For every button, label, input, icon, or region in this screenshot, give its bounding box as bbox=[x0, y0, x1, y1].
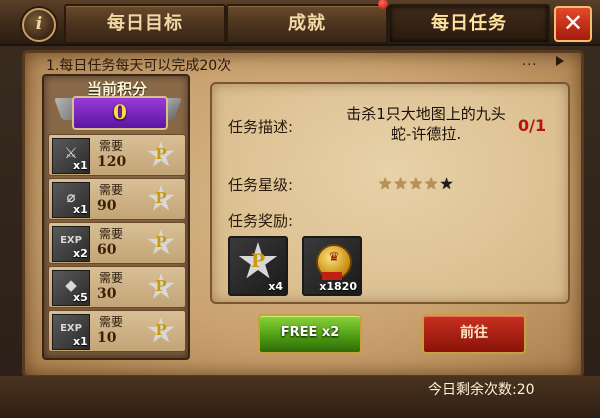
reward-cost: 30 bbox=[97, 286, 117, 302]
reward-row[interactable]: ⚔ x1 需要 120 P bbox=[48, 134, 186, 176]
go-button[interactable]: 前往 bbox=[422, 314, 526, 354]
reward-cost: 120 bbox=[97, 154, 127, 170]
reward-count: x1820 bbox=[319, 280, 357, 293]
reward-cost: 10 bbox=[97, 330, 117, 346]
task-desc-label: 任务描述: bbox=[228, 118, 294, 136]
reward-tile[interactable]: ♛ x1820 bbox=[302, 236, 362, 296]
need-label: 需要 bbox=[99, 183, 124, 197]
p-point-icon: P bbox=[147, 273, 175, 301]
tab-daily-goal[interactable]: 每日目标 bbox=[64, 4, 226, 44]
task-star-label: 任务星级: bbox=[228, 176, 294, 194]
reward-tile[interactable]: P x4 bbox=[228, 236, 288, 296]
need-label: 需要 bbox=[99, 271, 124, 285]
p-point-icon: P bbox=[147, 185, 175, 213]
remaining-count: 今日剩余次数:20 bbox=[428, 382, 535, 398]
star-icon: ★ bbox=[408, 174, 425, 193]
daily-task-window: i 每日目标 成就 每日任务 ✕ 1.每日任务每天可以完成20次 ... 当前积… bbox=[0, 0, 600, 418]
exp-scroll-icon: EXP x2 bbox=[52, 226, 90, 262]
reward-row[interactable]: EXP x1 需要 10 P bbox=[48, 310, 186, 352]
star-icon: ★ bbox=[393, 174, 409, 193]
star-icon: ★ bbox=[378, 174, 394, 193]
ring-icon: ⌀ x1 bbox=[52, 182, 90, 218]
info-button[interactable]: i bbox=[22, 8, 56, 42]
stone-icon: ◆ x5 bbox=[52, 270, 90, 306]
need-label: 需要 bbox=[99, 315, 124, 329]
reward-count: x4 bbox=[268, 280, 283, 293]
warrior-icon: ⚔ x1 bbox=[52, 138, 90, 174]
p-point-icon: P bbox=[147, 317, 175, 345]
more-dots: ... bbox=[522, 54, 538, 69]
reward-row[interactable]: ◆ x5 需要 30 P bbox=[48, 266, 186, 308]
need-label: 需要 bbox=[99, 227, 124, 241]
reward-row[interactable]: ⌀ x1 需要 90 P bbox=[48, 178, 186, 220]
tab-achievement[interactable]: 成就 bbox=[226, 4, 388, 44]
task-reward-label: 任务奖励: bbox=[228, 212, 294, 230]
p-point-icon: P bbox=[147, 229, 175, 257]
need-label: 需要 bbox=[99, 139, 124, 153]
next-arrow-icon[interactable] bbox=[556, 56, 564, 66]
reward-cost: 90 bbox=[97, 198, 117, 214]
close-button[interactable]: ✕ bbox=[554, 6, 592, 42]
star-icon: ★ bbox=[424, 174, 440, 193]
exp-scroll-icon: EXP x1 bbox=[52, 314, 90, 350]
task-star-rating: ★★★★★ bbox=[378, 174, 455, 193]
task-desc-text: 击杀1只大地图上的九头蛇-许德拉. bbox=[346, 105, 506, 143]
reward-cost: 60 bbox=[97, 242, 117, 258]
reward-row[interactable]: EXP x2 需要 60 P bbox=[48, 222, 186, 264]
tab-daily-task[interactable]: 每日任务 bbox=[388, 4, 550, 44]
task-progress: 0/1 bbox=[518, 116, 547, 135]
headline-text: 1.每日任务每天可以完成20次 bbox=[46, 58, 232, 74]
star-empty-icon: ★ bbox=[439, 174, 455, 193]
p-point-icon: P bbox=[147, 141, 175, 169]
score-value: 0 bbox=[113, 100, 127, 124]
free-refresh-button[interactable]: FREE x2 bbox=[258, 314, 362, 354]
